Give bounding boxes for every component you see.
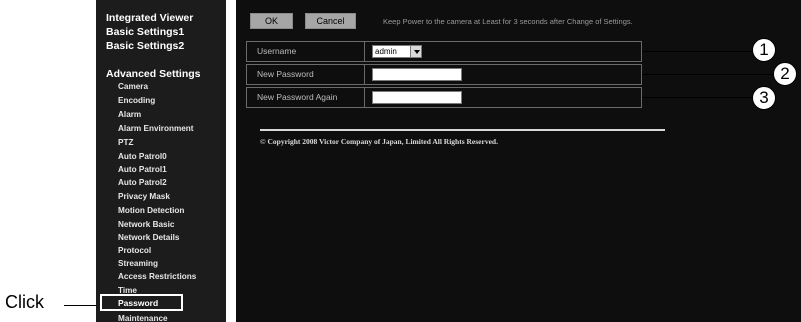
click-annotation-label: Click (5, 292, 44, 312)
new-password-label: New Password (247, 65, 365, 84)
new-password-row: New Password (246, 64, 642, 85)
new-password-again-label: New Password Again (247, 88, 365, 107)
sidebar-item-network-details[interactable]: Network Details (118, 233, 179, 243)
sidebar-section-advanced-settings: Advanced Settings (106, 68, 201, 80)
chevron-down-icon[interactable] (410, 46, 421, 57)
sidebar-item-auto-patrol0[interactable]: Auto Patrol0 (118, 152, 167, 162)
sidebar-item-alarm[interactable]: Alarm (118, 110, 141, 120)
ok-button[interactable]: OK (250, 13, 293, 29)
sidebar-item-basic-settings1[interactable]: Basic Settings1 (106, 26, 184, 38)
sidebar-item-privacy-mask[interactable]: Privacy Mask (118, 192, 170, 202)
sidebar-item-maintenance[interactable]: Maintenance (118, 314, 168, 322)
new-password-again-input[interactable] (372, 91, 462, 104)
copyright-text: © Copyright 2008 Victor Company of Japan… (260, 137, 498, 146)
sidebar-nav: Integrated Viewer Basic Settings1 Basic … (96, 0, 226, 322)
sidebar-item-password-label: Password (118, 298, 159, 308)
sidebar-item-motion-detection[interactable]: Motion Detection (118, 206, 184, 216)
callout-1-badge: 1 (752, 38, 776, 62)
sidebar-item-auto-patrol2[interactable]: Auto Patrol2 (118, 178, 167, 188)
settings-notice: Keep Power to the camera at Least for 3 … (383, 17, 633, 26)
username-row: Username admin (246, 41, 642, 62)
username-select-value: admin (375, 47, 397, 56)
click-annotation-line (64, 305, 96, 306)
username-label: Username (247, 42, 365, 61)
sidebar-item-alarm-environment[interactable]: Alarm Environment (118, 124, 194, 134)
sidebar-item-camera[interactable]: Camera (118, 82, 148, 92)
username-select[interactable]: admin (372, 45, 422, 58)
sidebar-item-network-basic[interactable]: Network Basic (118, 220, 174, 230)
main-panel: OK Cancel Keep Power to the camera at Le… (236, 0, 801, 322)
callout-1-line (642, 51, 752, 52)
sidebar-item-ptz[interactable]: PTZ (118, 138, 133, 148)
callout-2-badge: 2 (773, 62, 797, 86)
cancel-button[interactable]: Cancel (305, 13, 356, 29)
new-password-input[interactable] (372, 68, 462, 81)
sidebar-item-password[interactable]: Password (100, 294, 183, 311)
sidebar-item-protocol[interactable]: Protocol (118, 246, 151, 256)
callout-3-badge: 3 (752, 86, 776, 110)
callout-3-line (642, 97, 752, 98)
sidebar-item-access-restrictions[interactable]: Access Restrictions (118, 272, 196, 282)
new-password-again-row: New Password Again (246, 87, 642, 108)
sidebar-item-integrated-viewer[interactable]: Integrated Viewer (106, 12, 193, 24)
callout-2-line (642, 74, 773, 75)
sidebar-item-auto-patrol1[interactable]: Auto Patrol1 (118, 165, 167, 175)
sidebar-item-streaming[interactable]: Streaming (118, 259, 158, 269)
footer-divider (260, 129, 665, 131)
sidebar-item-basic-settings2[interactable]: Basic Settings2 (106, 40, 184, 52)
sidebar-item-encoding[interactable]: Encoding (118, 96, 155, 106)
